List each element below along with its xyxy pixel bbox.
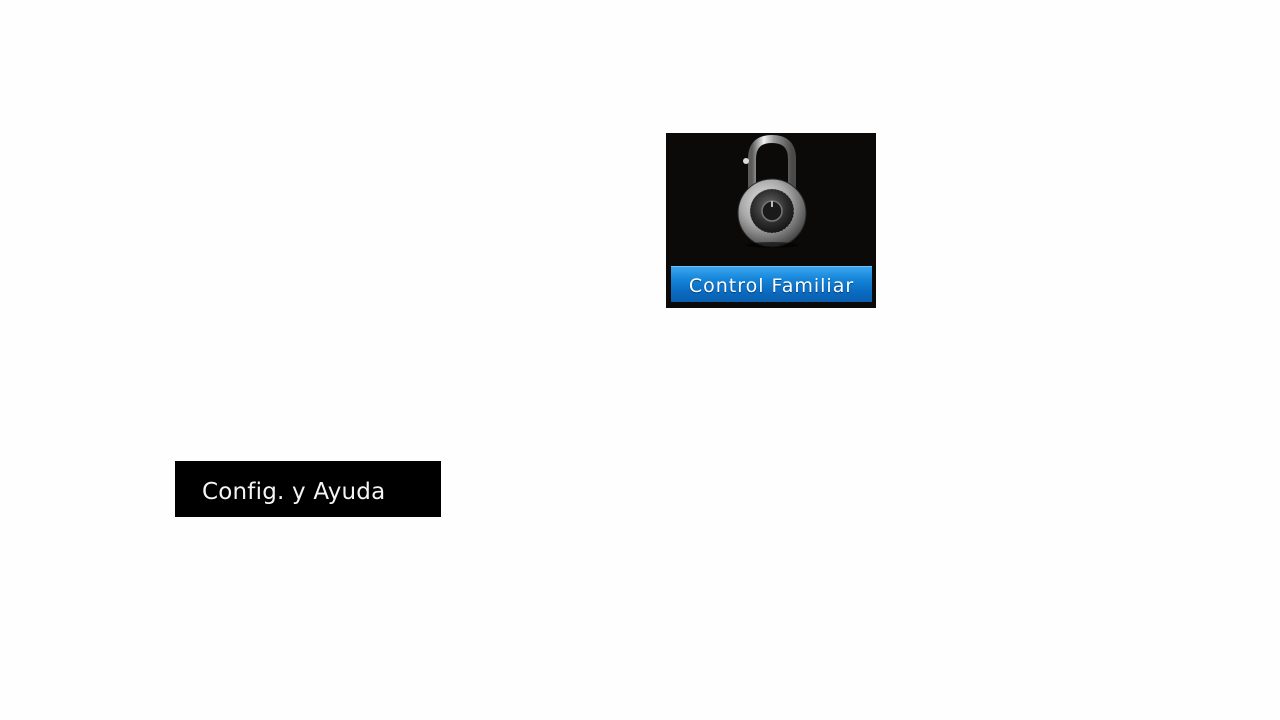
config-help-label: Config. y Ayuda bbox=[202, 479, 386, 505]
parental-control-tile[interactable]: Control Familiar bbox=[666, 133, 876, 308]
page: Config. y Ayuda Control Familiar bbox=[0, 0, 1280, 720]
config-help-menu-item[interactable]: Config. y Ayuda bbox=[175, 461, 441, 517]
tile-caption-bar: Control Familiar bbox=[671, 266, 872, 302]
padlock-icon bbox=[737, 135, 807, 248]
tile-caption: Control Familiar bbox=[688, 274, 855, 297]
